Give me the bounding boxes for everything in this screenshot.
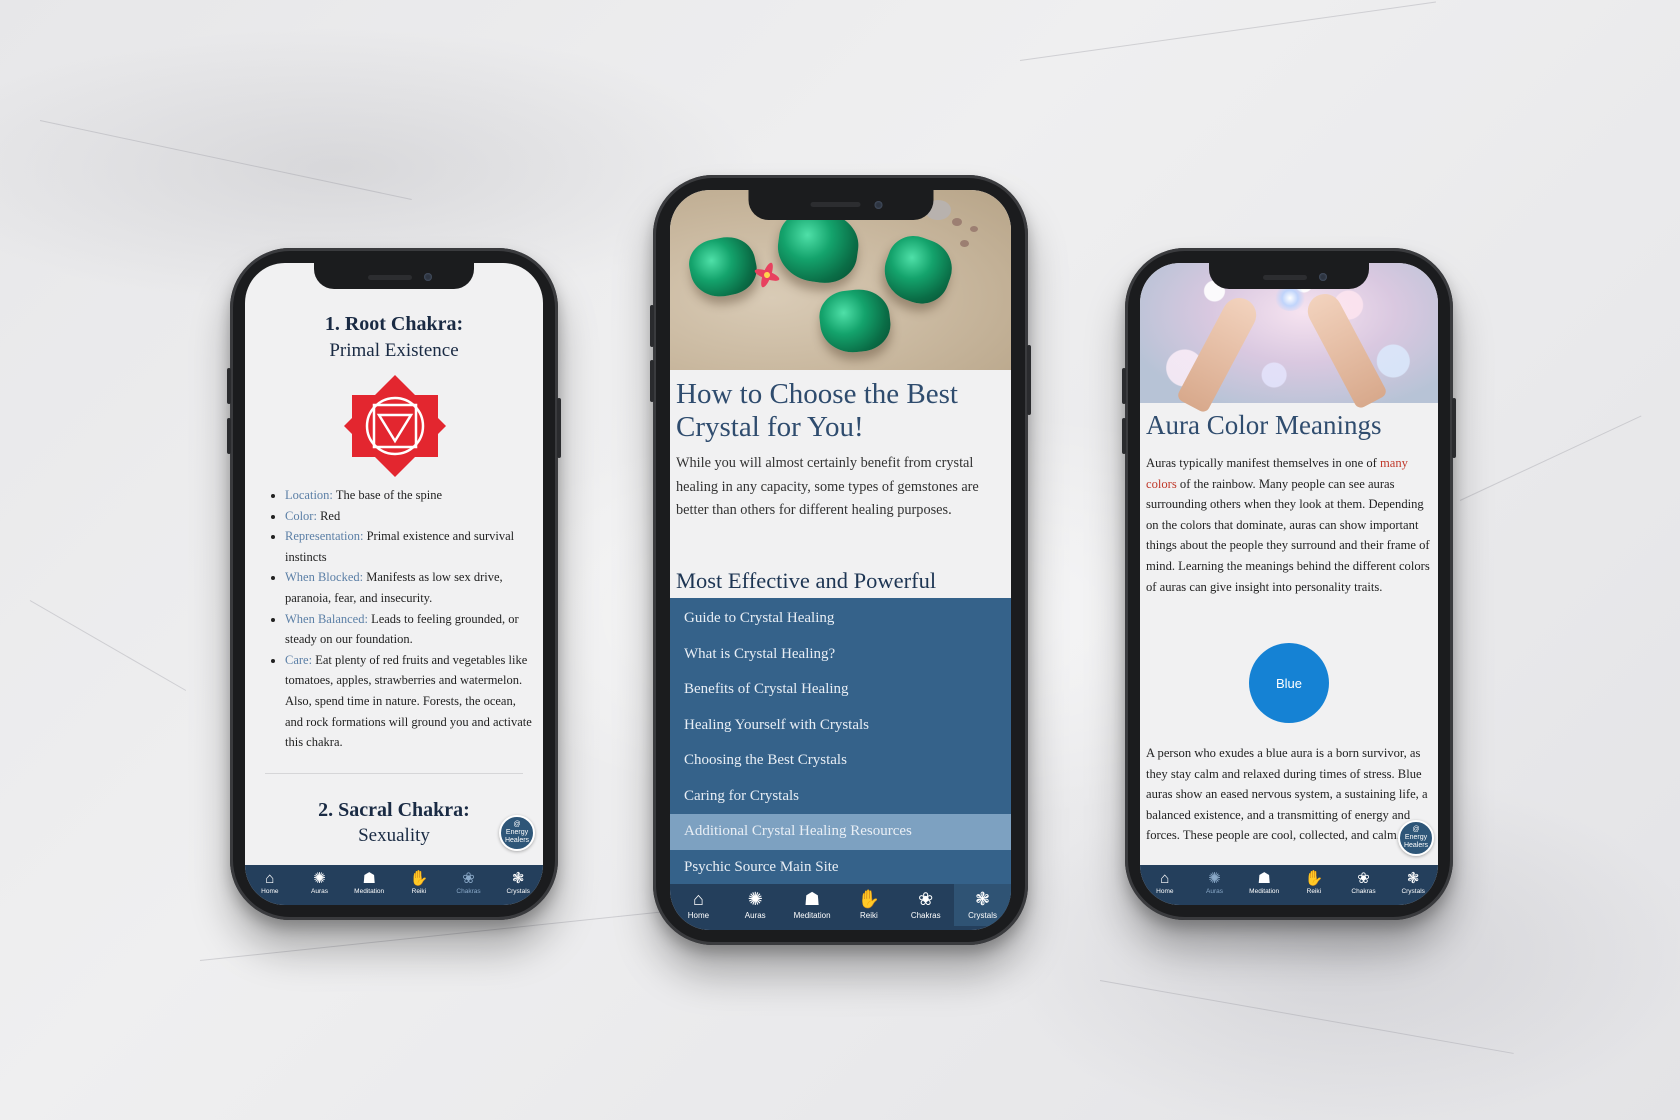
menu-item-psychic-source[interactable]: Psychic Source Main Site (670, 850, 1011, 886)
nav-crystals[interactable]: ❃ Crystals (954, 884, 1011, 926)
chakra-subtitle: Primal Existence (329, 340, 459, 361)
page-heading: Aura Color Meanings (1146, 410, 1382, 440)
lotus-icon: ❀ (462, 870, 475, 887)
divider (265, 773, 523, 774)
notch (1209, 263, 1369, 289)
nav-crystals[interactable]: ❃ Crystals (493, 865, 543, 901)
menu-item-what-is[interactable]: What is Crystal Healing? (670, 637, 1011, 673)
screen: Aura Color Meanings Auras typically mani… (1140, 263, 1438, 905)
bottom-nav: ⌂ Home ✺ Auras ☗ Meditation ✋ Reiki ❀ Chakras… (1140, 865, 1438, 905)
crystal-icon: ❃ (511, 870, 525, 887)
marble-vein (1019, 1, 1436, 61)
phone-auras: Aura Color Meanings Auras typically mani… (1122, 248, 1456, 920)
root-chakra-icon (344, 375, 446, 477)
meditation-icon: ☗ (362, 870, 376, 887)
hand-image (1301, 288, 1389, 410)
bottom-nav: ⌂ Home ✺ Auras ☗ Meditation ✋ Reiki ❀ Chakras… (245, 865, 543, 905)
screen: 1. Root Chakra: Primal Existence Locatio… (245, 263, 543, 905)
nav-reiki[interactable]: ✋ Reiki (1289, 865, 1339, 901)
nav-auras[interactable]: ✺ Auras (1190, 865, 1240, 901)
screen: How to Choose the Best Crystal for You! … (670, 190, 1011, 930)
hand-icon: ✋ (1304, 870, 1324, 887)
detail-when-blocked: When Blocked: Manifests as low sex drive… (285, 567, 537, 608)
phone-chakras: 1. Root Chakra: Primal Existence Locatio… (227, 248, 561, 920)
crystal-icon: ❃ (1406, 870, 1420, 887)
aura-color-swatch[interactable]: Blue (1249, 643, 1329, 723)
notch (748, 190, 933, 220)
marble-vein (29, 600, 187, 691)
sun-icon: ✺ (1208, 870, 1221, 887)
menu-item-caring[interactable]: Caring for Crystals (670, 779, 1011, 815)
meditation-icon: ☗ (804, 889, 821, 909)
nav-home[interactable]: ⌂ Home (670, 884, 727, 926)
home-icon: ⌂ (265, 870, 275, 887)
marble-vein (1099, 980, 1514, 1054)
menu-item-healing-yourself[interactable]: Healing Yourself with Crystals (670, 708, 1011, 744)
hand-image (1175, 292, 1263, 414)
nav-meditation[interactable]: ☗ Meditation (784, 884, 841, 926)
crystal-menu: Guide to Crystal Healing What is Crystal… (670, 598, 1011, 884)
detail-location: Location: The base of the spine (285, 485, 537, 506)
hand-icon: ✋ (857, 889, 881, 909)
menu-item-choosing[interactable]: Choosing the Best Crystals (670, 743, 1011, 779)
nav-auras[interactable]: ✺ Auras (727, 884, 784, 926)
section-title: Most Effective and Powerful (676, 568, 937, 593)
crystal-icon: ❃ (975, 889, 991, 909)
home-icon: ⌂ (692, 889, 704, 909)
page-heading: How to Choose the Best Crystal for You! (676, 378, 958, 443)
intro-paragraph: While you will almost certainly benefit … (676, 455, 979, 518)
nav-crystals[interactable]: ❃ Crystals (1388, 865, 1438, 901)
menu-item-guide[interactable]: Guide to Crystal Healing (670, 601, 1011, 637)
blue-aura-description: A person who exudes a blue aura is a bor… (1146, 746, 1428, 843)
nav-chakras[interactable]: ❀ Chakras (1339, 865, 1389, 901)
nav-home[interactable]: ⌂ Home (245, 865, 295, 901)
lotus-icon: ❀ (918, 889, 934, 909)
nav-chakras[interactable]: ❀ Chakras (897, 884, 954, 926)
chakra-title: 1. Root Chakra: (324, 313, 464, 335)
sun-icon: ✺ (313, 870, 326, 887)
intro-paragraph: Auras typically manifest themselves in o… (1146, 456, 1430, 594)
nav-auras[interactable]: ✺ Auras (295, 865, 345, 901)
meditation-icon: ☗ (1257, 870, 1271, 887)
nav-chakras[interactable]: ❀ Chakras (444, 865, 494, 901)
phone-crystals: How to Choose the Best Crystal for You! … (650, 175, 1031, 945)
notch (314, 263, 474, 289)
nav-meditation[interactable]: ☗ Meditation (344, 865, 394, 901)
energy-healers-button[interactable]: @ Energy Healers (499, 815, 535, 851)
nav-reiki[interactable]: ✋ Reiki (394, 865, 444, 901)
nav-reiki[interactable]: ✋ Reiki (840, 884, 897, 926)
nav-meditation[interactable]: ☗ Meditation (1239, 865, 1289, 901)
hand-icon: ✋ (409, 870, 429, 887)
home-icon: ⌂ (1160, 870, 1170, 887)
bottom-nav: ⌂ Home ✺ Auras ☗ Meditation ✋ Reiki ❀ Chakras… (670, 884, 1011, 930)
marble-vein (39, 120, 412, 200)
menu-item-additional-resources[interactable]: Additional Crystal Healing Resources (670, 814, 1011, 850)
detail-when-balanced: When Balanced: Leads to feeling grounded… (285, 609, 537, 650)
marble-vein (1459, 415, 1642, 501)
energy-healers-button[interactable]: @ Energy Healers (1398, 820, 1434, 856)
detail-representation: Representation: Primal existence and sur… (285, 526, 537, 567)
menu-item-benefits[interactable]: Benefits of Crystal Healing (670, 672, 1011, 708)
detail-color: Color: Red (285, 506, 537, 527)
sun-icon: ✺ (747, 889, 763, 909)
chakra-details-list: Location: The base of the spine Color: R… (271, 485, 537, 753)
lotus-icon: ❀ (1357, 870, 1370, 887)
chakra2-title: 2. Sacral Chakra: (318, 799, 470, 821)
detail-care: Care: Eat plenty of red fruits and veget… (285, 650, 537, 753)
nav-home[interactable]: ⌂ Home (1140, 865, 1190, 901)
